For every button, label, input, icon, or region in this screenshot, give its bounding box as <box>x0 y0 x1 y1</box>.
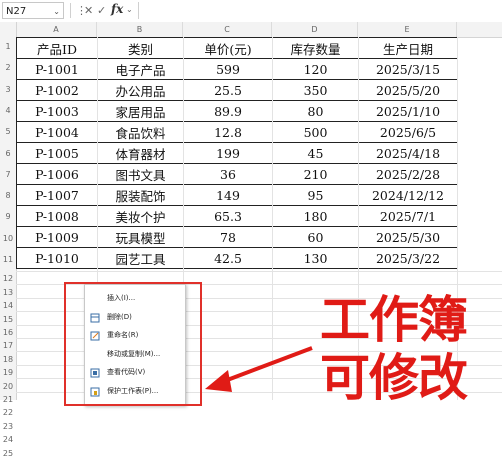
annotation-line-2: 可修改 <box>320 349 468 407</box>
row-header[interactable]: 24 <box>0 435 16 444</box>
row-header[interactable]: 22 <box>0 408 16 417</box>
arrow-head <box>205 370 232 392</box>
annotation-line-1: 工作簿 <box>320 291 468 349</box>
row-header[interactable]: 25 <box>0 449 16 458</box>
row-header[interactable]: 23 <box>0 422 16 431</box>
arrow-line <box>221 346 313 384</box>
